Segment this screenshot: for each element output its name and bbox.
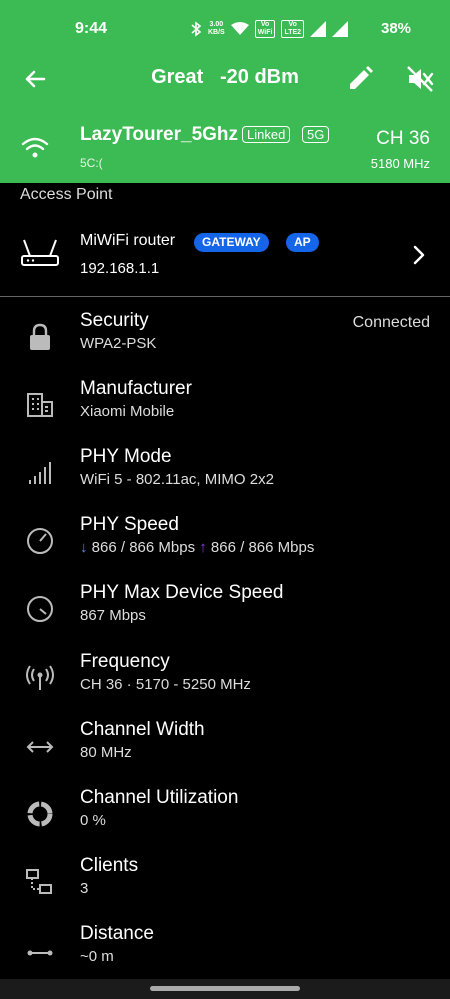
distance-icon xyxy=(27,950,53,956)
vowifi-badge-bottom: WiFi xyxy=(257,29,273,36)
section-label-access-point: Access Point xyxy=(20,186,113,203)
home-gesture-handle[interactable] xyxy=(150,986,300,991)
mute-icon[interactable] xyxy=(405,64,435,94)
gauge-icon xyxy=(27,596,53,622)
antenna-icon xyxy=(26,665,54,690)
signal-strength-title: Great -20 dBm xyxy=(151,66,299,88)
manufacturer-value: Xiaomi Mobile xyxy=(80,403,175,420)
security-value: WPA2-PSK xyxy=(80,335,157,352)
detail-channel-width: Channel Width 80 MHz xyxy=(0,719,450,785)
speedometer-icon xyxy=(27,528,53,554)
divider xyxy=(0,296,450,297)
clients-value: 3 xyxy=(80,880,89,897)
linked-tag: Linked xyxy=(242,126,291,143)
navigation-bar xyxy=(0,979,450,999)
building-icon xyxy=(27,393,53,417)
router-name: MiWiFi router xyxy=(80,232,176,249)
network-summary: LazyTourer_5Ghz Linked 5G 5C:( CH 36 518… xyxy=(0,118,450,178)
distance-label: Distance xyxy=(80,923,154,944)
phy-speed-up: 866 / 866 Mbps xyxy=(210,539,315,556)
net-speed-indicator: 3.00 KB/S xyxy=(208,21,225,37)
clients-label: Clients xyxy=(80,855,139,876)
back-arrow-icon[interactable] xyxy=(20,64,50,94)
network-ssid: LazyTourer_5Ghz xyxy=(80,124,239,145)
connection-status: Connected xyxy=(352,314,430,331)
network-channel: CH 36 xyxy=(376,128,430,149)
chevron-right-icon[interactable] xyxy=(410,244,428,266)
network-header: 9:44 3.00 KB/S Vo WiFi Vo LTE2 38% Great… xyxy=(0,0,450,183)
clients-network-icon xyxy=(26,869,52,894)
detail-security: Security WPA2-PSK Connected xyxy=(0,310,450,376)
status-bar: 9:44 3.00 KB/S Vo WiFi Vo LTE2 38% xyxy=(0,0,450,56)
upload-arrow-icon: ↑ xyxy=(199,539,207,556)
detail-clients: Clients 3 xyxy=(0,855,450,921)
router-ip: 192.168.1.1 xyxy=(80,260,160,277)
phy-max-value: 867 Mbps xyxy=(80,607,146,624)
phy-speed-label: PHY Speed xyxy=(80,514,179,535)
security-label: Security xyxy=(80,310,149,331)
lock-icon xyxy=(30,323,50,350)
toolbar: Great -20 dBm xyxy=(0,56,450,100)
phy-mode-label: PHY Mode xyxy=(80,446,172,467)
battery-level: 38% xyxy=(381,20,412,37)
vowifi-badge-top: Vo xyxy=(260,21,270,28)
frequency-label: Frequency xyxy=(80,651,170,672)
bluetooth-icon xyxy=(191,21,202,37)
wifi-icon xyxy=(21,137,49,158)
volte-badge-top: Vo xyxy=(288,21,297,28)
detail-frequency: Frequency CH 36 · 5170 - 5250 MHz xyxy=(0,651,450,717)
channel-util-label: Channel Utilization xyxy=(80,787,239,808)
channel-width-value: 80 MHz xyxy=(80,744,132,761)
volte-badge-bottom: LTE2 xyxy=(284,29,302,36)
phy-speed-down: 866 / 866 Mbps xyxy=(91,539,196,556)
net-speed-unit: KB/S xyxy=(208,29,225,36)
wifi-status-icon xyxy=(230,22,249,35)
phy-speed-values: ↓ 866 / 866 Mbps ↑ 866 / 866 Mbps xyxy=(80,539,314,556)
volte-badge: Vo LTE2 xyxy=(281,20,305,38)
net-speed-value: 3.00 xyxy=(209,21,224,28)
frequency-value: CH 36 · 5170 - 5250 MHz xyxy=(80,676,251,693)
detail-phy-mode: PHY Mode WiFi 5 - 802.11ac, MIMO 2x2 xyxy=(0,446,450,512)
access-point-row[interactable]: MiWiFi router GATEWAY AP 192.168.1.1 xyxy=(0,222,450,288)
gateway-badge: GATEWAY xyxy=(194,233,269,252)
network-bssid: 5C:( xyxy=(80,156,103,170)
phy-mode-value: WiFi 5 - 802.11ac, MIMO 2x2 xyxy=(80,471,274,488)
ap-badge: AP xyxy=(286,233,319,252)
distance-value: ~0 m xyxy=(80,948,114,965)
channel-util-value: 0 % xyxy=(80,812,106,829)
cell-signal-icon-2 xyxy=(332,21,349,37)
detail-phy-max-speed: PHY Max Device Speed 867 Mbps xyxy=(0,582,450,648)
signal-bars-icon xyxy=(29,462,51,484)
cell-signal-icon-1 xyxy=(310,21,327,37)
router-icon xyxy=(21,239,59,266)
status-icons: 3.00 KB/S Vo WiFi Vo LTE2 xyxy=(190,16,349,42)
detail-channel-utilization: Channel Utilization 0 % xyxy=(0,787,450,853)
vowifi-badge: Vo WiFi xyxy=(254,20,276,38)
donut-icon xyxy=(27,801,53,827)
detail-manufacturer: Manufacturer Xiaomi Mobile xyxy=(0,378,450,444)
channel-width-label: Channel Width xyxy=(80,719,205,740)
width-arrows-icon xyxy=(26,741,54,753)
network-frequency: 5180 MHz xyxy=(370,156,430,171)
edit-pencil-icon[interactable] xyxy=(345,64,375,94)
status-time: 9:44 xyxy=(75,20,108,37)
manufacturer-label: Manufacturer xyxy=(80,378,192,399)
band-tag: 5G xyxy=(302,126,330,143)
phy-max-label: PHY Max Device Speed xyxy=(80,582,284,603)
download-arrow-icon: ↓ xyxy=(80,539,88,556)
detail-phy-speed: PHY Speed ↓ 866 / 866 Mbps ↑ 866 / 866 M… xyxy=(0,514,450,580)
